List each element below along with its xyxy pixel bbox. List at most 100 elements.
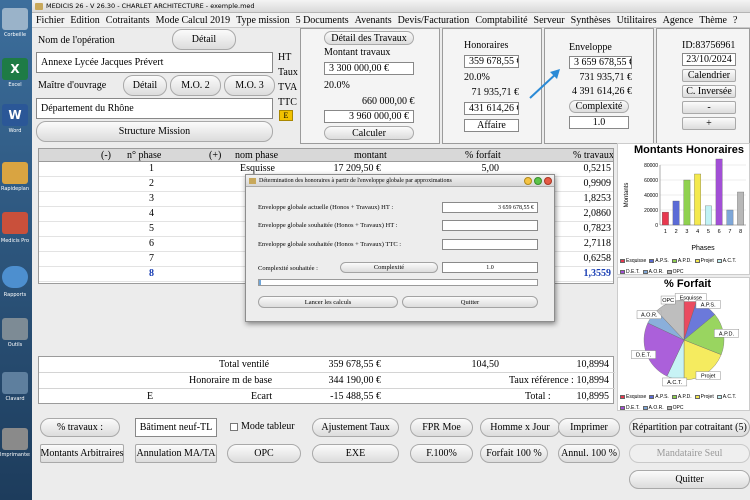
minus-button[interactable]: -	[682, 101, 736, 114]
calendrier-button[interactable]: Calendrier	[682, 69, 736, 82]
dialog-complexite-button[interactable]: Complexité	[340, 262, 438, 273]
souhaitee-ttc-field[interactable]	[442, 239, 538, 250]
lancer-calculs-button[interactable]: Lancer les calculs	[258, 296, 398, 308]
phase-number-cell[interactable]: 6	[139, 238, 154, 249]
phase-number-cell[interactable]: 5	[139, 223, 154, 234]
maximize-icon[interactable]	[534, 177, 542, 185]
maitre-detail-button[interactable]: Détail	[123, 75, 167, 96]
calendrier-inverse-button[interactable]: C. Inversée	[682, 85, 736, 98]
desktop-icon[interactable]	[2, 266, 28, 288]
desktop-icon[interactable]	[2, 318, 28, 340]
affaire-button[interactable]: Affaire	[464, 119, 519, 132]
menu-type-mission[interactable]: Type mission	[233, 13, 292, 28]
honoraires-ttc-field[interactable]: 431 614,26 €	[464, 102, 519, 115]
forfait-cell[interactable]: 5,00	[459, 163, 500, 174]
header-minus[interactable]: (-)	[101, 150, 111, 161]
quitter-button[interactable]: Quitter	[629, 470, 750, 489]
menu-mode-calcul[interactable]: Mode Calcul 2019	[153, 13, 233, 28]
mo2-button[interactable]: M.O. 2	[170, 75, 221, 96]
desktop-icon[interactable]	[2, 212, 28, 234]
phase-name-cell[interactable]: Esquisse	[235, 163, 275, 174]
souhaitee-ht-field[interactable]	[442, 220, 538, 231]
operation-name-field[interactable]: Annexe Lycée Jacques Prévert	[36, 52, 273, 73]
bar	[737, 191, 745, 226]
menu-cotraitants[interactable]: Cotraitants	[103, 13, 153, 28]
e-badge[interactable]: E	[279, 110, 293, 121]
travaux-cell[interactable]: 1,3559	[561, 268, 612, 279]
mode-tableur-checkbox[interactable]	[230, 423, 238, 431]
montants-arbitraires-button[interactable]: Montants Arbitraires	[40, 444, 124, 463]
menu-agence[interactable]: Agence	[660, 13, 697, 28]
fpr-moe-button[interactable]: FPR Moe	[410, 418, 473, 437]
annulation-mata-button[interactable]: Annulation MA/TA	[135, 444, 217, 463]
menu-theme[interactable]: Thème	[696, 13, 730, 28]
complexite-field[interactable]: 1.0	[569, 116, 629, 129]
travaux-percent-button[interactable]: % travaux :	[40, 418, 120, 437]
desktop-icon[interactable]	[2, 162, 28, 184]
desktop-icon[interactable]	[2, 372, 28, 394]
bar	[694, 173, 702, 226]
phase-number-cell[interactable]: 8	[139, 268, 154, 279]
menu-syntheses[interactable]: Synthèses	[568, 13, 614, 28]
menu-serveur[interactable]: Serveur	[531, 13, 568, 28]
menu-help[interactable]: ?	[730, 13, 740, 28]
batiment-type-field[interactable]: Bâtiment neuf-TL	[135, 418, 217, 437]
complexite-button[interactable]: Complexité	[569, 100, 629, 113]
travaux-cell[interactable]: 0,5215	[561, 163, 612, 174]
montant-cell[interactable]: 17 209,50 €	[309, 163, 382, 174]
operation-detail-button[interactable]: Détail	[172, 29, 236, 50]
structure-mission-button[interactable]: Structure Mission	[36, 121, 273, 142]
menu-comptabilite[interactable]: Comptabilité	[472, 13, 530, 28]
travaux-cell[interactable]: 2,7118	[561, 238, 611, 249]
honoraires-title: Honoraires	[464, 40, 509, 51]
detail-travaux-button[interactable]: Détail des Travaux	[324, 31, 414, 45]
phase-number-cell[interactable]: 4	[139, 208, 154, 219]
desktop-icon[interactable]	[2, 428, 28, 450]
enveloppe-ht-field[interactable]: 3 659 678,55 €	[569, 56, 632, 69]
travaux-ttc-field[interactable]: 3 960 000,00 €	[324, 110, 414, 123]
annul-100-button[interactable]: Annul. 100 %	[558, 444, 620, 463]
mo3-button[interactable]: M.O. 3	[224, 75, 275, 96]
menu-devis-facturation[interactable]: Devis/Facturation	[395, 13, 473, 28]
menu-avenants[interactable]: Avenants	[352, 13, 395, 28]
plus-button[interactable]: +	[682, 117, 736, 130]
menu-edition[interactable]: Edition	[67, 13, 102, 28]
menu-documents[interactable]: 5 Documents	[293, 13, 352, 28]
enveloppe-actuelle-field[interactable]: 3 659 678,55 €	[442, 202, 538, 213]
phase-number-cell[interactable]: 1	[139, 163, 154, 174]
desktop-icon[interactable]: W	[2, 104, 28, 126]
minimize-icon[interactable]	[524, 177, 532, 185]
dialog-complexite-field[interactable]: 1.0	[442, 262, 538, 273]
travaux-cell[interactable]: 1,8253	[561, 193, 612, 204]
legend-item: A.O.R.	[642, 404, 664, 411]
travaux-cell[interactable]: 0,7823	[561, 223, 612, 234]
desktop-icon[interactable]: X	[2, 58, 28, 80]
menu-fichier[interactable]: Fichier	[32, 13, 67, 28]
forfait-100-button[interactable]: Forfait 100 %	[480, 444, 548, 463]
exe-button[interactable]: EXE	[312, 444, 399, 463]
f100-button[interactable]: F.100%	[410, 444, 473, 463]
maitre-ouvrage-field[interactable]: Département du Rhône	[36, 98, 273, 119]
imprimer-button[interactable]: Imprimer	[558, 418, 620, 437]
opc-button[interactable]: OPC	[227, 444, 301, 463]
homme-jour-button[interactable]: Homme x Jour	[480, 418, 560, 437]
calculer-button[interactable]: Calculer	[324, 126, 414, 140]
travaux-cell[interactable]: 2,0860	[561, 208, 612, 219]
header-plus[interactable]: (+)	[209, 150, 221, 161]
phase-number-cell[interactable]: 3	[139, 193, 154, 204]
mandataire-seul-button[interactable]: Mandataire Seul	[629, 444, 750, 463]
phase-number-cell[interactable]: 7	[139, 253, 154, 264]
bar	[672, 200, 680, 226]
close-icon[interactable]	[544, 177, 552, 185]
repartition-cotraitant-button[interactable]: Répartition par cotraitant (5)	[629, 418, 750, 437]
date-field[interactable]: 23/10/2024	[682, 53, 736, 66]
montant-travaux-field[interactable]: 3 300 000,00 €	[324, 62, 414, 75]
menu-utilitaires[interactable]: Utilitaires	[614, 13, 660, 28]
ajustement-taux-button[interactable]: Ajustement Taux	[312, 418, 399, 437]
phase-number-cell[interactable]: 2	[139, 178, 154, 189]
travaux-cell[interactable]: 0,6258	[561, 253, 612, 264]
travaux-cell[interactable]: 0,9909	[561, 178, 612, 189]
dialog-quitter-button[interactable]: Quitter	[402, 296, 538, 308]
desktop-icon[interactable]	[2, 8, 28, 30]
honoraires-ht-field[interactable]: 359 678,55 €	[464, 55, 519, 68]
